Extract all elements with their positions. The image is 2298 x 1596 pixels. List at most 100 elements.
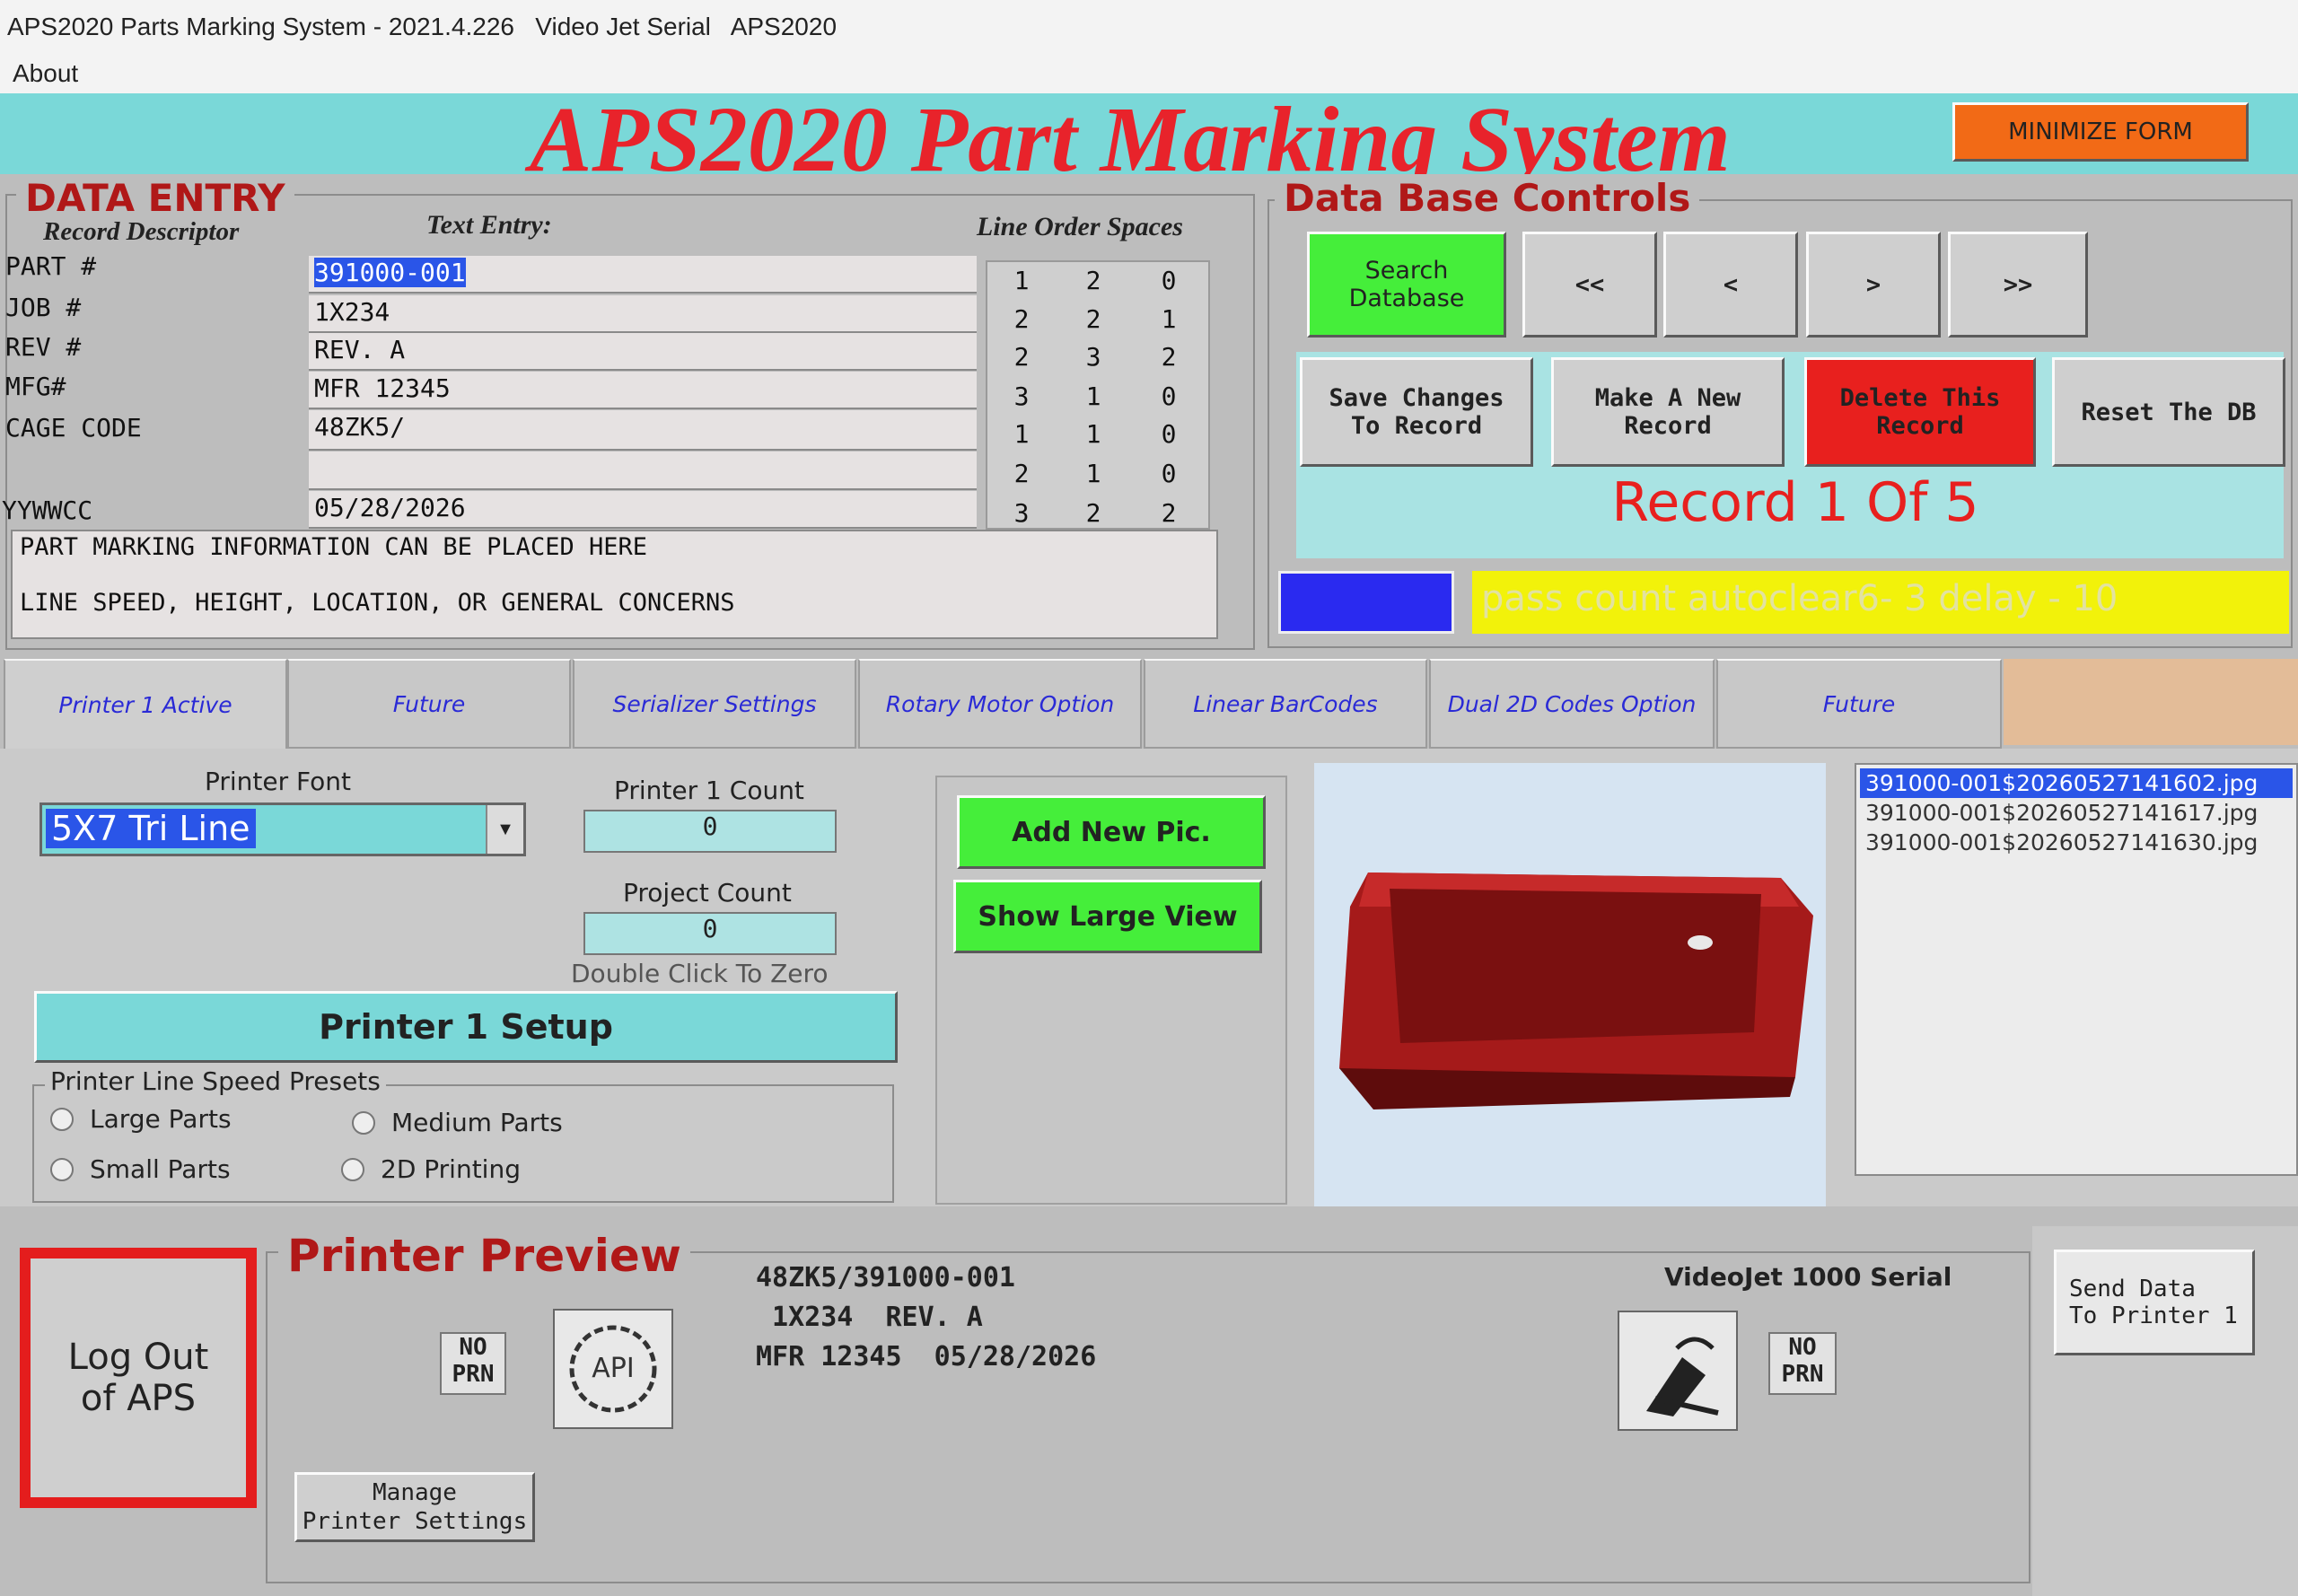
new-record-button[interactable]: Make A New Record (1551, 357, 1785, 467)
printer-model-label: VideoJet 1000 Serial (1664, 1262, 1952, 1292)
printer-setup-button[interactable]: Printer 1 Setup (34, 991, 898, 1063)
previous-record-button[interactable]: < (1663, 232, 1798, 338)
order-cell[interactable]: 2 (1075, 266, 1111, 295)
order-cell[interactable]: 2 (1004, 342, 1039, 372)
part-number-input[interactable]: 391000-001 (309, 256, 977, 294)
add-new-pic-button[interactable]: Add New Pic. (957, 795, 1266, 869)
radio-large-parts[interactable] (50, 1108, 74, 1131)
logout-button[interactable]: Log Out of APS (20, 1248, 257, 1508)
order-cell[interactable]: 3 (1004, 498, 1039, 528)
preview-line-1: 48ZK5/391000-001 (756, 1262, 1015, 1293)
database-controls-heading: Data Base Controls (1275, 176, 1700, 220)
image-file-list[interactable]: 391000-001$20260527141602.jpg 391000-001… (1855, 763, 2298, 1176)
order-cell[interactable]: 0 (1151, 459, 1187, 488)
part-photo (1314, 763, 1826, 1206)
order-cell[interactable]: 1 (1075, 459, 1111, 488)
order-cell[interactable]: 2 (1075, 304, 1111, 334)
red-part-image (1339, 873, 1813, 1109)
radio-label-medium-parts: Medium Parts (391, 1108, 563, 1137)
tab-future-2[interactable]: Future (1716, 659, 2002, 749)
row-label-date: YYWWCC (2, 495, 93, 525)
text-entry-label: Text Entry: (426, 210, 552, 240)
order-cell[interactable]: 2 (1004, 304, 1039, 334)
reset-db-button[interactable]: Reset The DB (2052, 357, 2285, 467)
manage-printer-settings-button[interactable]: Manage Printer Settings (294, 1472, 535, 1542)
status-bar: pass count autoclear6- 3 delay - 10 (1472, 571, 2289, 634)
cage-code-input[interactable]: 48ZK5/ (309, 410, 977, 451)
no-prn-indicator: NO PRN (440, 1332, 506, 1395)
blank-line-input[interactable] (309, 452, 977, 490)
tab-printer-1-active[interactable]: Printer 1 Active (4, 659, 287, 749)
order-cell[interactable]: 1 (1004, 419, 1039, 449)
preview-line-3: MFR 12345 05/28/2026 (756, 1341, 1097, 1372)
line-speed-presets-title: Printer Line Speed Presets (45, 1066, 386, 1096)
tab-linear-barcodes[interactable]: Linear BarCodes (1144, 659, 1427, 749)
file-list-item[interactable]: 391000-001$20260527141602.jpg (1860, 768, 2293, 798)
order-cell[interactable]: 0 (1151, 266, 1187, 295)
data-entry-heading: DATA ENTRY (16, 176, 294, 220)
order-cell[interactable]: 0 (1151, 419, 1187, 449)
show-large-view-button[interactable]: Show Large View (953, 880, 1262, 953)
printer-font-label: Printer Font (205, 767, 352, 796)
tab-rotary-motor-option[interactable]: Rotary Motor Option (858, 659, 1142, 749)
job-number-input[interactable]: 1X234 (309, 295, 977, 333)
order-cell[interactable]: 1 (1075, 419, 1111, 449)
mfg-input[interactable]: MFR 12345 (309, 372, 977, 409)
printer-count-label: Printer 1 Count (614, 776, 804, 805)
status-indicator (1278, 571, 1454, 634)
record-descriptor-label: Record Descriptor (43, 217, 240, 246)
printer-font-select[interactable]: 5X7 Tri Line ▼ (39, 802, 526, 856)
tab-serializer-settings[interactable]: Serializer Settings (573, 659, 856, 749)
project-count-label: Project Count (623, 878, 792, 908)
printer-preview-heading: Printer Preview (278, 1230, 690, 1282)
chevron-down-icon[interactable]: ▼ (486, 805, 523, 854)
radio-2d-printing[interactable] (341, 1158, 364, 1181)
file-list-item[interactable]: 391000-001$20260527141630.jpg (1860, 828, 2293, 857)
file-list-item[interactable]: 391000-001$20260527141617.jpg (1860, 798, 2293, 828)
no-prn-indicator-2: NO PRN (1768, 1332, 1837, 1395)
api-logo-icon: API (569, 1325, 657, 1413)
radio-label-large-parts: Large Parts (90, 1104, 232, 1134)
printer-font-value: 5X7 Tri Line (46, 809, 256, 848)
order-cell[interactable]: 2 (1004, 459, 1039, 488)
videojet-logo (1618, 1311, 1738, 1431)
order-cell[interactable]: 1 (1004, 266, 1039, 295)
search-database-button[interactable]: Search Database (1307, 232, 1506, 338)
printer-icon (1646, 1337, 1719, 1416)
last-record-button[interactable]: >> (1948, 232, 2088, 338)
tab-dual-2d-codes[interactable]: Dual 2D Codes Option (1429, 659, 1715, 749)
first-record-button[interactable]: << (1522, 232, 1657, 338)
order-cell[interactable]: 2 (1075, 498, 1111, 528)
send-data-button[interactable]: Send Data To Printer 1 (2054, 1250, 2255, 1355)
radio-small-parts[interactable] (50, 1158, 74, 1181)
tab-strip-filler (2004, 659, 2298, 745)
line-order-spaces-label: Line Order Spaces (977, 212, 1183, 241)
tab-future-1[interactable]: Future (287, 659, 571, 749)
order-cell[interactable]: 1 (1075, 381, 1111, 411)
row-label-rev: REV # (5, 332, 82, 362)
order-cell[interactable]: 3 (1004, 381, 1039, 411)
order-cell[interactable]: 0 (1151, 381, 1187, 411)
record-counter: Record 1 Of 5 (1611, 471, 1979, 534)
svg-text:API: API (592, 1353, 634, 1384)
delete-record-button[interactable]: Delete This Record (1804, 357, 2036, 467)
save-changes-button[interactable]: Save Changes To Record (1300, 357, 1533, 467)
rev-input[interactable]: REV. A (309, 333, 977, 371)
notes-line-2: LINE SPEED, HEIGHT, LOCATION, OR GENERAL… (20, 589, 735, 617)
notes-line-1: PART MARKING INFORMATION CAN BE PLACED H… (20, 533, 647, 561)
notes-textarea[interactable]: PART MARKING INFORMATION CAN BE PLACED H… (11, 530, 1218, 639)
order-cell[interactable]: 1 (1151, 304, 1187, 334)
minimize-form-button[interactable]: MINIMIZE FORM (1952, 102, 2249, 162)
next-record-button[interactable]: > (1806, 232, 1941, 338)
date-code-input[interactable]: 05/28/2026 (309, 491, 977, 529)
radio-medium-parts[interactable] (352, 1111, 375, 1135)
row-label-cage: CAGE CODE (5, 413, 142, 443)
row-label-job: JOB # (5, 293, 82, 322)
printer-count-field[interactable]: 0 (583, 810, 837, 853)
order-cell[interactable]: 2 (1151, 498, 1187, 528)
order-cell[interactable]: 3 (1075, 342, 1111, 372)
row-label-part: PART # (5, 251, 97, 281)
order-cell[interactable]: 2 (1151, 342, 1187, 372)
menu-about[interactable]: About (13, 59, 78, 87)
project-count-field[interactable]: 0 (583, 912, 837, 955)
